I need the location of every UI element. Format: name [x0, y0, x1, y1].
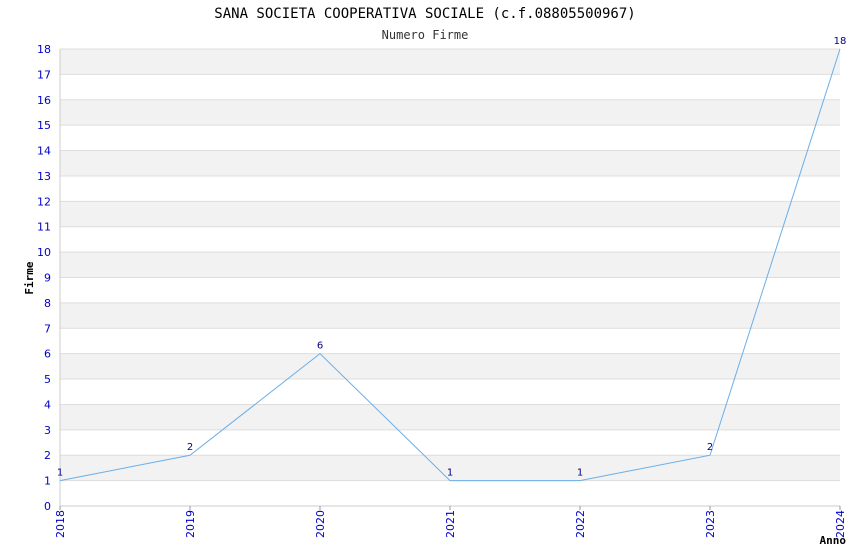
- grid-band: [60, 99, 840, 126]
- x-axis-label: Anno: [820, 534, 847, 547]
- data-label: 1: [577, 468, 583, 479]
- line-chart: SANA SOCIETA COOPERATIVA SOCIALE (c.f.08…: [23, 6, 847, 547]
- y-tick-label: 0: [44, 500, 51, 513]
- y-tick-label: 10: [37, 246, 51, 259]
- data-label: 6: [317, 341, 323, 352]
- x-tick-label: 2018: [54, 510, 67, 538]
- y-tick-label: 7: [44, 322, 51, 335]
- grid-band: [60, 125, 840, 151]
- data-label: 1: [447, 468, 453, 479]
- y-tick-label: 8: [44, 297, 51, 310]
- chart-title: SANA SOCIETA COOPERATIVA SOCIALE (c.f.08…: [214, 6, 635, 22]
- x-tick-label: 2020: [314, 510, 327, 538]
- data-label: 2: [187, 442, 193, 453]
- data-label: 18: [834, 36, 847, 47]
- y-tick-label: 1: [44, 475, 51, 488]
- y-tick-label: 4: [44, 398, 51, 411]
- grid-band: [60, 480, 840, 506]
- y-tick-label: 18: [37, 43, 51, 56]
- y-axis-ticks: 0123456789101112131415161718: [37, 43, 51, 513]
- x-axis-ticks: 2018 2019 2020 2021 2022 2023 2024: [54, 506, 847, 538]
- y-tick-label: 2: [44, 449, 51, 462]
- x-tick-label: 2023: [704, 510, 717, 538]
- grid-band: [60, 328, 840, 354]
- grid-band: [60, 429, 840, 456]
- y-tick-label: 9: [44, 272, 51, 285]
- y-tick-label: 16: [37, 94, 51, 107]
- grid-band: [60, 404, 840, 430]
- grid-band: [60, 150, 840, 176]
- x-tick-label: 2022: [574, 510, 587, 538]
- y-tick-label: 17: [37, 68, 51, 81]
- y-tick-label: 11: [37, 221, 51, 234]
- chart-subtitle: Numero Firme: [382, 28, 469, 42]
- grid-band: [60, 277, 840, 303]
- grid-band: [60, 252, 840, 278]
- grid-band: [60, 226, 840, 253]
- y-tick-label: 13: [37, 170, 51, 183]
- y-tick-label: 15: [37, 119, 51, 132]
- data-label: 1: [57, 468, 63, 479]
- grid-band: [60, 49, 840, 75]
- y-tick-label: 6: [44, 348, 51, 361]
- grid-band: [60, 302, 840, 329]
- x-tick-label: 2019: [184, 510, 197, 538]
- grid-band: [60, 201, 840, 227]
- y-tick-label: 12: [37, 195, 51, 208]
- grid-band: [60, 353, 840, 380]
- y-tick-label: 3: [44, 424, 51, 437]
- grid-band: [60, 74, 840, 100]
- x-tick-label: 2021: [444, 510, 457, 538]
- y-tick-label: 5: [44, 373, 51, 386]
- grid-band: [60, 379, 840, 405]
- y-tick-label: 14: [37, 145, 51, 158]
- grid-band: [60, 175, 840, 202]
- y-axis-label: Firme: [23, 261, 36, 294]
- data-label: 2: [707, 442, 713, 453]
